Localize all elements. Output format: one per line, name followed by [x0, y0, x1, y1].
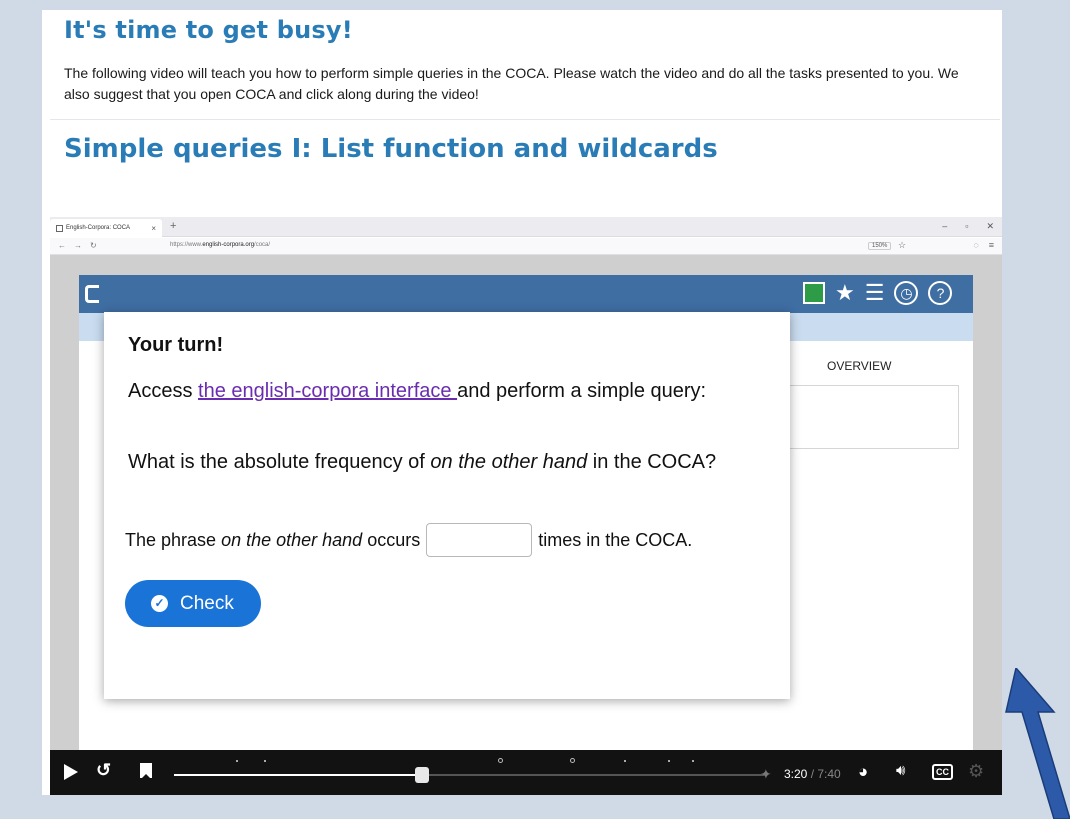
- forward-icon: →: [74, 241, 82, 250]
- settings-gear-icon[interactable]: ⚙: [968, 761, 984, 782]
- site-header-icons: ★ ☰ ◷ ?: [803, 280, 953, 306]
- new-tab-icon: +: [170, 220, 177, 232]
- shield-icon: ◌: [973, 240, 979, 250]
- player-controls: ↺ ✦ 3:20 / 7:40 ◕ 🔊︎ CC ⚙: [50, 750, 1002, 795]
- pointer-arrow-icon: [1005, 668, 1070, 819]
- highlight-star-icon: ✦: [760, 766, 772, 782]
- video-site-area: ★ ☰ ◷ ? OVERVIEW Your turn! Access the e…: [50, 255, 1002, 755]
- star-icon: ★: [835, 280, 855, 305]
- site-header: ★ ☰ ◷ ?: [79, 275, 973, 313]
- divider: [50, 119, 1000, 120]
- history-icon: ◷: [894, 281, 919, 305]
- seek-bar[interactable]: [174, 758, 764, 783]
- zoom-badge: 150%: [868, 242, 892, 250]
- dialog-question: What is the absolute frequency of on the…: [128, 451, 717, 473]
- menu-icon: ≡: [988, 240, 994, 250]
- answer-line: The phrase on the other hand occurs time…: [125, 523, 692, 557]
- captions-button[interactable]: CC: [932, 764, 953, 780]
- browser-tab: English-Corpora: COCA ×: [50, 219, 162, 237]
- chapter-dot: [624, 760, 626, 762]
- video-player[interactable]: English-Corpora: COCA × + – ▫ ✕ ← → ↻ ht…: [50, 217, 1002, 795]
- seek-handle[interactable]: [414, 767, 429, 783]
- reload-icon: ↻: [90, 241, 97, 250]
- chapter-dot: [236, 760, 238, 762]
- tab-title: English-Corpora: COCA: [66, 225, 131, 231]
- lesson-page: It's time to get busy! The following vid…: [42, 10, 1002, 795]
- bookmark-star-icon: ☆: [898, 240, 907, 250]
- seek-progress: [174, 774, 422, 776]
- answer-text-after: times in the COCA.: [538, 529, 693, 550]
- quiz-marker[interactable]: [570, 758, 575, 763]
- speed-icon[interactable]: ◕: [858, 762, 868, 782]
- your-turn-dialog: Your turn! Access the english-corpora in…: [104, 312, 790, 699]
- answer-input[interactable]: [426, 523, 533, 557]
- site-logo-icon: [85, 285, 99, 303]
- quiz-marker[interactable]: [498, 758, 503, 763]
- english-corpora-link[interactable]: the english-corpora interface: [198, 380, 457, 402]
- help-icon: ?: [928, 281, 953, 305]
- list-icon: ☰: [864, 280, 885, 305]
- overview-tab: OVERVIEW: [827, 359, 892, 373]
- play-icon[interactable]: [64, 764, 78, 780]
- chapter-dot: [692, 760, 694, 762]
- time-display: 3:20 / 7:40: [784, 767, 841, 781]
- check-button[interactable]: ✓ Check: [125, 580, 261, 627]
- chapter-dot: [264, 760, 266, 762]
- rewind-icon[interactable]: ↺: [96, 760, 111, 781]
- browser-nav: ← → ↻: [58, 241, 97, 250]
- minimize-icon: –: [942, 221, 948, 231]
- window-controls: – ▫ ✕: [942, 221, 994, 232]
- site-search-box: [784, 385, 959, 449]
- intro-text: The following video will teach you how t…: [64, 65, 959, 102]
- check-circle-icon: ✓: [151, 595, 168, 612]
- dialog-title: Your turn!: [128, 334, 224, 356]
- section-heading: Simple queries I: List function and wild…: [64, 134, 718, 164]
- volume-icon[interactable]: 🔊︎: [896, 762, 905, 779]
- bookmark-icon[interactable]: [140, 763, 152, 778]
- url-text: https://www.english-corpora.org/coca/: [170, 242, 271, 248]
- tab-close-icon: ×: [151, 223, 156, 233]
- browser-right-icons: ◌ ≡: [973, 240, 994, 250]
- close-icon: ✕: [986, 221, 994, 231]
- dialog-instruction: Access the english-corpora interface and…: [128, 380, 707, 402]
- page-heading: It's time to get busy!: [64, 16, 353, 44]
- chapter-dot: [668, 760, 670, 762]
- answer-text-before: The phrase on the other hand occurs: [125, 529, 421, 550]
- browser-address-bar: ← → ↻ https://www.english-corpora.org/co…: [50, 238, 1002, 255]
- restore-icon: ▫: [965, 221, 969, 231]
- user-icon: [803, 282, 825, 304]
- back-icon: ←: [58, 241, 66, 250]
- page-icon: [56, 224, 63, 232]
- browser-tab-bar: English-Corpora: COCA × + – ▫ ✕: [50, 217, 1002, 237]
